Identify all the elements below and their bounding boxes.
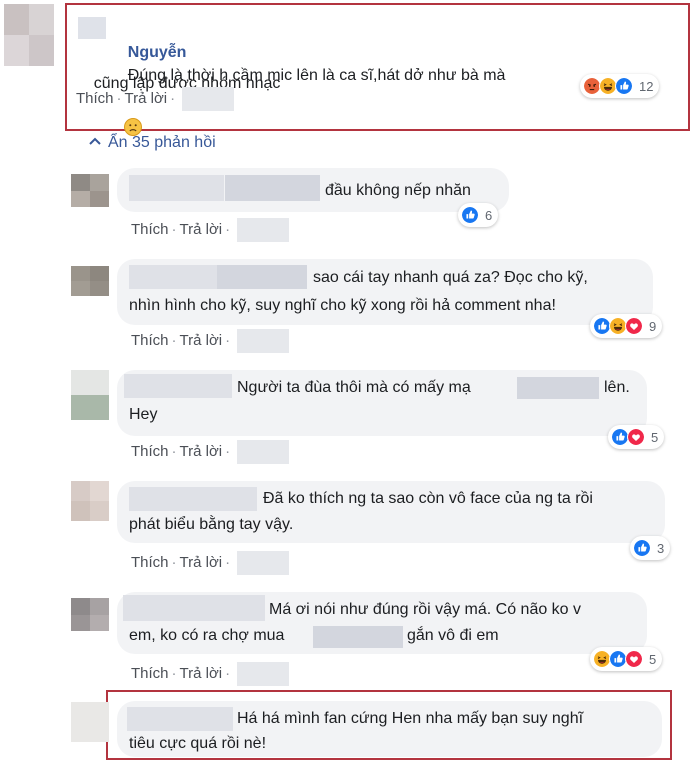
reaction-summary[interactable]: 5 [608,425,665,449]
reply-bubble: Người ta đùa thôi mà có mấy mạ lên. Hey [117,370,647,436]
timestamp-redacted [237,551,290,575]
redacted-name [78,17,106,39]
reply-link[interactable]: Trả lời [180,554,223,571]
reply-text-line1b: lên. [604,379,630,396]
reply-link[interactable]: Trả lời [180,665,223,682]
reply-text-line1: sao cái tay nhanh quá za? Đọc cho kỹ, [313,269,588,286]
reply-text-line2b: gắn vô đi em [407,627,499,644]
separator-dot: · [171,442,177,460]
reply-text-line1: Há há mình fan cứng Hen nha mấy bạn suy … [237,710,584,727]
timestamp-redacted [237,329,290,353]
timestamp-redacted [237,440,290,464]
heart-icon [625,317,643,335]
reaction-summary[interactable]: 6 [458,203,499,227]
avatar[interactable] [71,702,109,742]
redacted-name [123,595,265,621]
reply-actions: Thích · Trả lời · [131,440,290,464]
redacted-name [124,374,232,398]
reaction-count: 12 [639,78,654,94]
separator-dot: · [225,664,231,682]
redacted-name [129,175,224,201]
avatar[interactable] [71,174,109,207]
redacted-text [217,265,307,289]
like-link[interactable]: Thích [131,554,169,571]
reaction-count: 5 [649,651,657,667]
reaction-count: 5 [651,429,659,445]
like-link[interactable]: Thích [131,665,169,682]
reply-link[interactable]: Trả lời [180,332,223,349]
reaction-summary[interactable]: 3 [630,536,671,560]
redacted-text [225,175,320,201]
reply-bubble: đầu không nếp nhăn [117,168,509,212]
separator-dot: · [225,331,231,349]
heart-icon [625,650,643,668]
separator-dot: · [171,553,177,571]
separator-dot: · [225,442,231,460]
separator-dot: · [225,220,231,238]
like-link[interactable]: Thích [131,332,169,349]
like-icon [461,206,479,224]
reply-bubble: Há há mình fan cứng Hen nha mấy bạn suy … [117,701,662,757]
comment-actions: Thích · Trả lời · [76,87,235,111]
comment-bubble: Nguyễn Đúng là thời h cầm mic lên là ca … [76,10,505,136]
avatar[interactable] [4,4,54,66]
reply-actions: Thích · Trả lời · [131,218,290,242]
reply-actions: Thích · Trả lời · [131,329,290,353]
like-link[interactable]: Thích [131,443,169,460]
reaction-summary[interactable]: 5 [590,647,663,671]
redacted-text [517,377,599,399]
reply-text-line2: nhìn hình cho kỹ, suy nghĩ cho kỹ xong r… [129,297,556,314]
reply-actions: Thích · Trả lời · [131,551,290,575]
reply-text-line2: em, ko có ra chợ mua [129,627,285,644]
avatar[interactable] [71,598,109,631]
reply-bubble: Má ơi nói như đúng rồi vậy má. Có não ko… [117,592,647,654]
redacted-text [313,626,403,648]
heart-icon [627,428,645,446]
reply-actions: Thích · Trả lời · [131,662,290,686]
reply-link[interactable]: Trả lời [125,90,168,107]
reply-link[interactable]: Trả lời [180,443,223,460]
redacted-name [129,487,257,511]
avatar[interactable] [71,481,109,521]
reply-text-line2: Hey [129,406,158,423]
separator-dot: · [225,553,231,571]
reply-text-line2: tiêu cực quá rồi nè! [129,735,267,752]
reply-text-line1: đầu không nếp nhăn [325,182,471,199]
like-link[interactable]: Thích [131,221,169,238]
hide-replies-label: Ẩn 35 phản hồi [108,134,216,151]
reaction-summary[interactable]: 12 [580,74,660,98]
avatar[interactable] [71,266,109,296]
separator-dot: · [171,664,177,682]
avatar[interactable] [71,370,109,420]
timestamp-redacted [182,87,235,111]
reaction-summary[interactable]: 9 [590,314,663,338]
reply-text-line2: phát biểu bằng tay vậy. [129,516,294,533]
reaction-count: 9 [649,318,657,334]
reply-text-line1: Đã ko thích ng ta sao còn vô face của ng… [263,490,593,507]
reaction-count: 3 [657,540,665,556]
like-icon [633,539,651,557]
reaction-count: 6 [485,207,493,223]
redacted-name [127,707,233,731]
separator-dot: · [171,220,177,238]
timestamp-redacted [237,218,290,242]
timestamp-redacted [237,662,290,686]
chevron-up-icon [88,133,102,151]
reply-text-line1: Người ta đùa thôi mà có mấy mạ [237,379,471,396]
like-icon [615,77,633,95]
separator-dot: · [116,89,122,107]
separator-dot: · [170,89,176,107]
like-link[interactable]: Thích [76,90,114,107]
reply-bubble: sao cái tay nhanh quá za? Đọc cho kỹ, nh… [117,259,653,325]
reply-text-line1: Má ơi nói như đúng rồi vậy má. Có não ko… [269,601,582,618]
separator-dot: · [171,331,177,349]
hide-replies-link[interactable]: Ẩn 35 phản hồi [88,133,216,152]
reply-bubble: Đã ko thích ng ta sao còn vô face của ng… [117,481,665,543]
reply-link[interactable]: Trả lời [180,221,223,238]
redacted-name [129,265,217,289]
